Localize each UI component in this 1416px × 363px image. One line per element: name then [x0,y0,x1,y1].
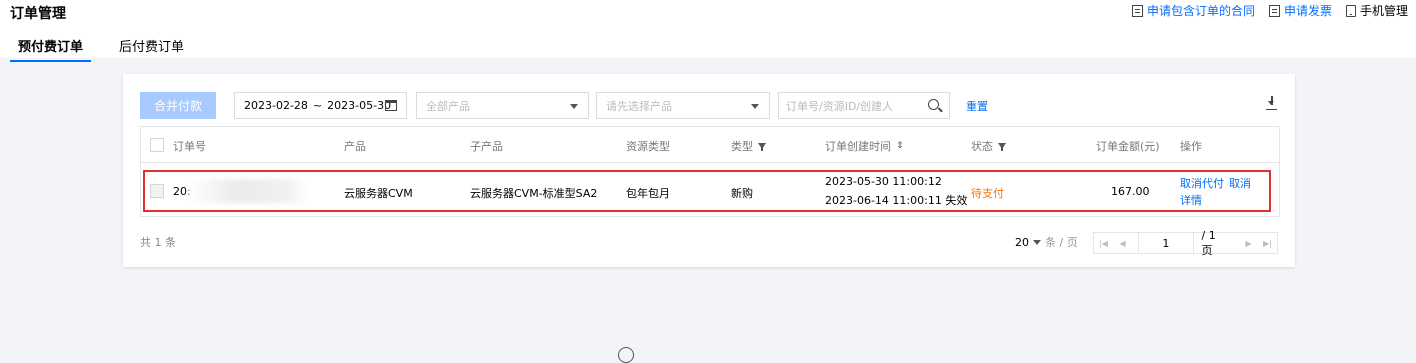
total-count: 共 1 条 [140,236,176,249]
chevron-down-icon [1033,239,1041,245]
apply-invoice-link[interactable]: 申请发票 [1268,2,1332,19]
col-type[interactable]: 类型 [731,138,766,154]
chevron-down-icon [570,104,578,109]
col-resource-type: 资源类型 [626,140,670,153]
phone-manage-link[interactable]: 手机管理 [1345,2,1408,19]
document-icon [1131,4,1143,17]
next-page-icon[interactable]: ▶ [1239,233,1258,253]
table-footer: 共 1 条 20 条 / 页 |◀ ◀ 1 / 1 页 ▶ ▶| [140,229,1280,257]
date-end: 2023-05-30 [327,99,392,112]
col-product: 产品 [344,140,366,153]
document-icon [1268,4,1280,17]
col-status[interactable]: 状态 [971,138,1006,154]
col-subproduct: 子产品 [470,140,503,153]
filter-icon[interactable] [998,143,1006,151]
apply-invoice-label: 申请发票 [1283,4,1332,18]
page-size-unit: 条 / 页 [1045,236,1078,249]
col-created-label: 订单创建时间 [825,140,891,153]
merge-pay-button[interactable]: 合并付款 [140,92,216,119]
date-separator: ~ [312,99,323,112]
filter-icon[interactable] [758,143,766,151]
total-pages: / 1 页 [1201,228,1216,257]
page-number-input[interactable]: 1 [1138,233,1194,253]
last-page-icon[interactable]: ▶| [1258,233,1277,253]
apply-contract-label: 申请包含订单的合同 [1146,4,1255,18]
page-title: 订单管理 [10,6,66,22]
col-type-label: 类型 [731,140,753,153]
calendar-icon [385,100,397,111]
loading-spinner-icon [618,347,634,363]
sort-icon[interactable]: ⇕ [896,141,904,151]
page-size-value: 20 [1015,235,1029,249]
prev-page-icon[interactable]: ◀ [1113,233,1132,253]
phone-icon [1345,4,1356,17]
orders-card: 合并付款 2023-02-28 ~ 2023-05-30 全部产品 请先选择产品… [123,74,1295,267]
page-size-select[interactable]: 20 条 / 页 [1015,234,1078,250]
col-actions: 操作 [1180,140,1202,153]
date-range-picker[interactable]: 2023-02-28 ~ 2023-05-30 [234,92,407,119]
select-all-checkbox[interactable] [150,138,164,152]
product-select-placeholder: 全部产品 [426,99,470,113]
col-amount: 订单金额(元) [1096,140,1160,153]
top-header: 订单管理 申请包含订单的合同 申请发票 手机管理 预付费订单 后付费订单 [0,0,1416,62]
pagination: |◀ ◀ 1 / 1 页 ▶ ▶| [1093,229,1278,257]
table-header: 订单号 产品 子产品 资源类型 类型 订单创建时间 ⇕ 状态 订单金额(元) 操… [141,127,1279,163]
search-input[interactable]: 订单号/资源ID/创建人 [778,92,950,119]
phone-manage-label: 手机管理 [1359,4,1408,18]
toolbar: 合并付款 2023-02-28 ~ 2023-05-30 全部产品 请先选择产品… [140,92,1280,119]
tab-postpaid[interactable]: 后付费订单 [119,36,184,62]
subproduct-select-placeholder: 请先选择产品 [606,99,672,113]
col-order-id: 订单号 [173,140,206,153]
date-start: 2023-02-28 [244,99,308,112]
search-placeholder: 订单号/资源ID/创建人 [786,99,894,113]
chevron-down-icon [751,104,759,109]
col-status-label: 状态 [971,140,993,153]
tab-prepaid[interactable]: 预付费订单 [10,36,92,62]
product-select[interactable]: 全部产品 [416,92,589,119]
search-icon[interactable] [928,99,939,110]
first-page-icon[interactable]: |◀ [1094,233,1113,253]
download-icon[interactable] [1266,96,1277,110]
reset-link[interactable]: 重置 [966,98,988,114]
apply-contract-link[interactable]: 申请包含订单的合同 [1131,2,1255,19]
highlight-box [143,170,1271,212]
top-links: 申请包含订单的合同 申请发票 手机管理 [1131,2,1408,19]
col-created[interactable]: 订单创建时间 ⇕ [825,138,904,154]
order-tabs: 预付费订单 后付费订单 [10,36,184,62]
subproduct-select[interactable]: 请先选择产品 [596,92,770,119]
